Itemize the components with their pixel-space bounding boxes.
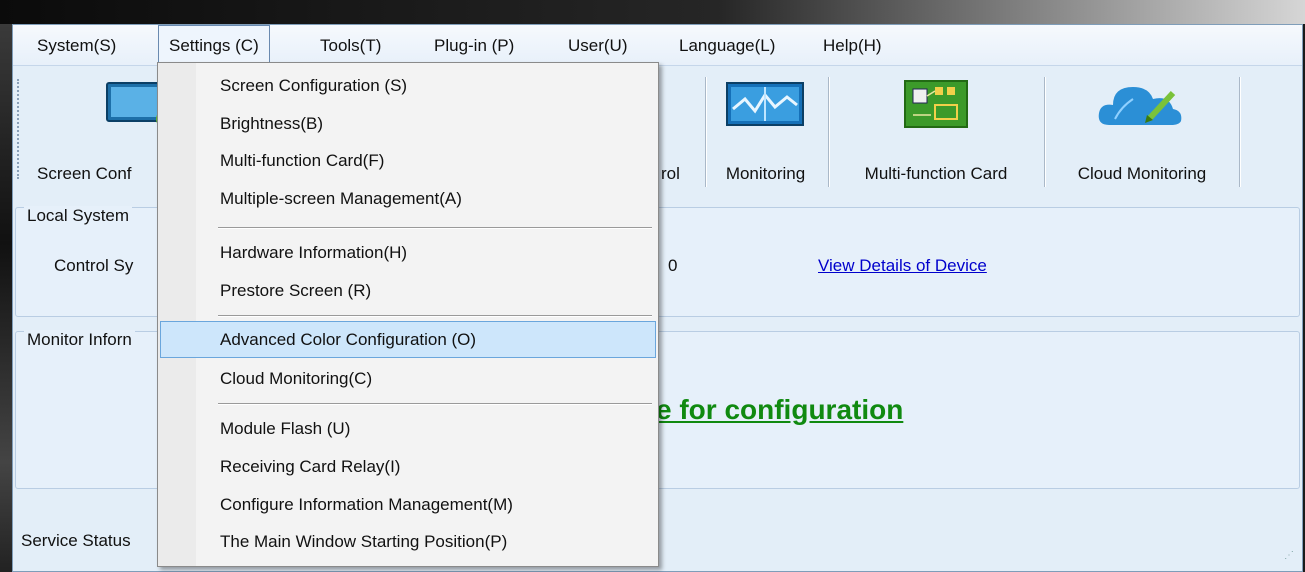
toolbar-grip[interactable]: [17, 79, 22, 179]
group-title: Monitor Inforn: [24, 330, 135, 350]
menu-item-hardware-information[interactable]: Hardware Information(H): [160, 234, 656, 271]
group-title: Local System: [24, 206, 133, 226]
toolbar-separator: [1044, 77, 1046, 187]
count-value: 0: [668, 256, 678, 275]
menu-system[interactable]: System(S): [27, 25, 126, 65]
tool-screen-configuration[interactable]: Screen Conf: [25, 65, 175, 190]
tool-control[interactable]: rol: [653, 65, 703, 190]
menu-item-configure-information-management[interactable]: Configure Information Management(M): [160, 486, 656, 523]
menu-help[interactable]: Help(H): [813, 25, 892, 65]
toolbar-separator: [1239, 77, 1241, 187]
toolbar-separator: [828, 77, 830, 187]
toolbar-separator: [705, 77, 707, 187]
monitoring-icon: [725, 79, 805, 129]
menu-separator: [218, 315, 652, 317]
view-details-link[interactable]: View Details of Device: [818, 256, 987, 276]
circuit-board-icon: [903, 79, 969, 129]
menu-item-brightness[interactable]: Brightness(B): [160, 105, 656, 142]
tool-label: Multi-function Card: [864, 164, 1008, 183]
menu-item-receiving-card-relay[interactable]: Receiving Card Relay(I): [160, 448, 656, 485]
menu-item-screen-configuration[interactable]: Screen Configuration (S): [160, 67, 656, 104]
tool-multifunction-card[interactable]: Multi-function Card: [831, 65, 1041, 190]
tool-monitoring[interactable]: Monitoring: [708, 65, 823, 190]
menu-tools[interactable]: Tools(T): [310, 25, 391, 65]
configuration-link[interactable]: e for configuration: [656, 394, 903, 426]
tool-label: rol: [661, 164, 680, 183]
menu-item-cloud-monitoring[interactable]: Cloud Monitoring(C): [160, 360, 656, 397]
resize-grip-icon[interactable]: ⋰: [1284, 551, 1296, 565]
settings-dropdown-menu: Screen Configuration (S) Brightness(B) M…: [157, 62, 659, 567]
menu-item-main-window-starting-position[interactable]: The Main Window Starting Position(P): [160, 523, 656, 560]
control-system-label: Control Sy: [54, 256, 134, 275]
menu-separator: [218, 403, 652, 405]
tool-label: Cloud Monitoring: [1077, 164, 1207, 183]
tool-label: Monitoring: [725, 164, 806, 183]
menu-plugin[interactable]: Plug-in (P): [424, 25, 524, 65]
menu-item-multifunction-card[interactable]: Multi-function Card(F): [160, 142, 656, 179]
menu-settings[interactable]: Settings (C): [158, 25, 270, 65]
desktop-background: [0, 0, 1305, 24]
service-status-label: Service Status: [21, 531, 131, 550]
menu-separator: [218, 227, 652, 229]
menu-item-multiple-screen-management[interactable]: Multiple-screen Management(A): [160, 180, 656, 217]
menu-user[interactable]: User(U): [558, 25, 638, 65]
menu-item-advanced-color-configuration[interactable]: Advanced Color Configuration (O): [160, 321, 656, 358]
menu-bar: System(S) Settings (C) Tools(T) Plug-in …: [13, 25, 1302, 66]
menu-item-prestore-screen[interactable]: Prestore Screen (R): [160, 272, 656, 309]
menu-language[interactable]: Language(L): [669, 25, 785, 65]
menu-item-module-flash[interactable]: Module Flash (U): [160, 410, 656, 447]
desktop-background-left: [0, 24, 12, 572]
cloud-edit-icon: [1097, 79, 1187, 129]
tool-cloud-monitoring[interactable]: Cloud Monitoring: [1047, 65, 1237, 190]
